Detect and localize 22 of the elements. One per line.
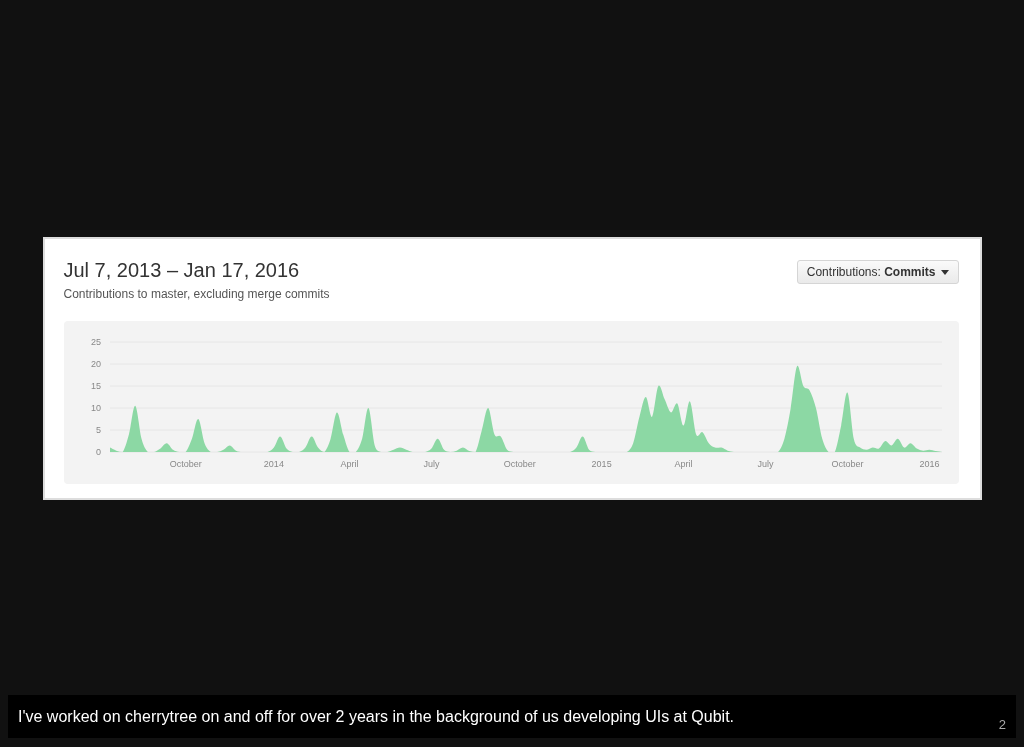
caption-text: I've worked on cherrytree on and off for over 2 years in the background of us developing UIs at Qubit. xyxy=(18,707,735,726)
y-tick-label: 0 xyxy=(95,447,101,457)
date-range-title: Jul 7, 2013 – Jan 17, 2016 xyxy=(63,258,301,283)
x-tick-label: 2014 xyxy=(263,459,284,469)
x-tick-label: October xyxy=(503,459,536,469)
x-tick-label: 2016 xyxy=(918,459,939,469)
contributions-dropdown[interactable]: Contributions: Commits xyxy=(796,260,959,284)
x-tick-label: July xyxy=(757,459,773,469)
x-tick-label: April xyxy=(340,459,358,469)
x-tick-label: April xyxy=(674,459,693,469)
x-tick-label: 2015 xyxy=(591,459,612,469)
y-tick-label: 25 xyxy=(90,337,101,347)
slide-number: 2 xyxy=(998,717,1006,732)
y-tick-label: 10 xyxy=(90,403,101,413)
x-tick-label: October xyxy=(830,459,863,469)
y-tick-label: 5 xyxy=(95,425,101,435)
caret-icon xyxy=(940,269,949,275)
subtitle: Contributions to master, excluding merge commits xyxy=(63,287,330,301)
x-tick-label: October xyxy=(169,459,202,469)
y-tick-label: 15 xyxy=(90,381,101,391)
y-tick-label: 20 xyxy=(90,359,101,369)
x-tick-label: July xyxy=(422,459,439,469)
